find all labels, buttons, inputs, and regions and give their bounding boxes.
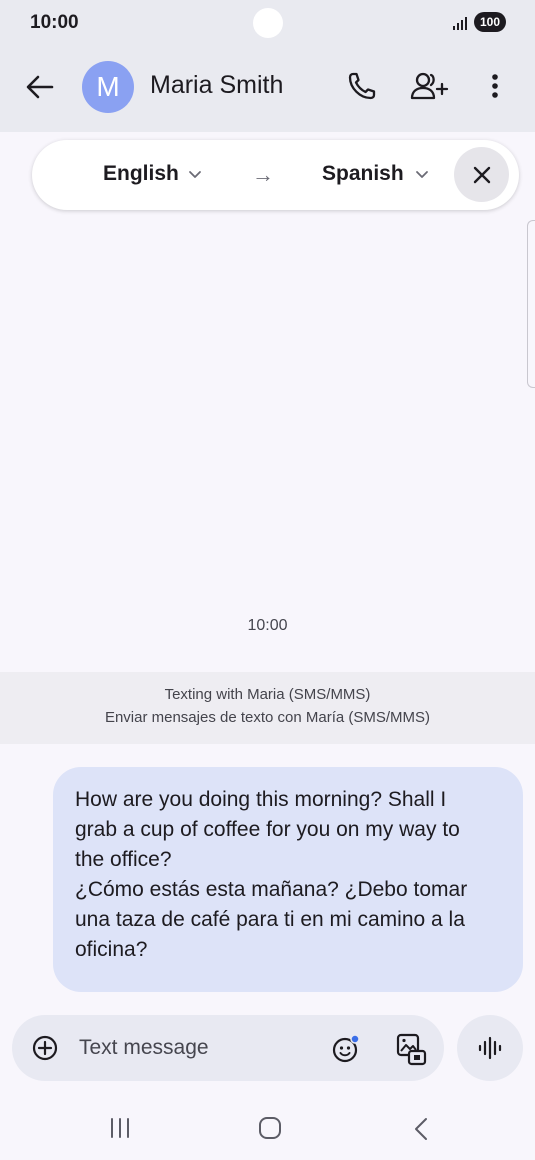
gallery-icon[interactable] xyxy=(395,1032,427,1066)
contact-name[interactable]: Maria Smith xyxy=(150,71,283,100)
more-vert-icon[interactable] xyxy=(488,70,502,102)
message-line: How are you doing this morning? Shall I xyxy=(75,788,447,811)
message-line: the office? xyxy=(75,848,172,871)
back-arrow-icon[interactable] xyxy=(22,72,58,102)
camera-cutout xyxy=(253,8,283,38)
emoji-icon[interactable] xyxy=(331,1034,361,1064)
scroll-handle[interactable] xyxy=(527,220,535,388)
voice-wave-icon xyxy=(478,1036,502,1060)
signal-icon xyxy=(453,17,467,30)
chevron-down-icon[interactable] xyxy=(186,164,204,184)
text-message-input[interactable]: Text message xyxy=(79,1036,209,1060)
sms-info-translation: Enviar mensajes de texto con María (SMS/… xyxy=(104,709,431,726)
target-language-select[interactable]: Spanish xyxy=(322,162,404,186)
add-circle-icon[interactable] xyxy=(32,1035,58,1061)
home-icon[interactable] xyxy=(258,1116,282,1140)
sms-info-text: Texting with Maria (SMS/MMS) xyxy=(164,686,371,703)
voice-message-button[interactable] xyxy=(457,1015,523,1081)
close-translation-button[interactable] xyxy=(454,147,509,202)
message-line: grab a cup of coffee for you on my way t… xyxy=(75,818,460,841)
avatar[interactable]: M xyxy=(82,61,134,113)
message-translation-line: una taza de café para ti en mi camino a … xyxy=(75,908,465,931)
message-translation-line: ¿Cómo estás esta mañana? ¿Debo tomar xyxy=(75,878,468,901)
chevron-down-icon[interactable] xyxy=(413,164,431,184)
recent-apps-icon[interactable] xyxy=(108,1117,132,1139)
source-language-select[interactable]: English xyxy=(103,162,179,186)
message-composer xyxy=(12,1015,444,1081)
add-person-icon[interactable] xyxy=(409,70,449,102)
sms-info-band xyxy=(0,672,535,744)
phone-icon[interactable] xyxy=(346,70,378,102)
status-time: 10:00 xyxy=(30,12,79,33)
message-timestamp: 10:00 xyxy=(247,617,288,634)
translate-direction-arrow: → xyxy=(252,162,274,187)
message-translation-line: oficina? xyxy=(75,938,148,961)
nav-back-icon[interactable] xyxy=(412,1116,430,1142)
battery-icon: 100 xyxy=(474,12,506,32)
message-bubble[interactable]: How are you doing this morning? Shall I … xyxy=(53,767,523,992)
close-icon xyxy=(473,166,490,183)
